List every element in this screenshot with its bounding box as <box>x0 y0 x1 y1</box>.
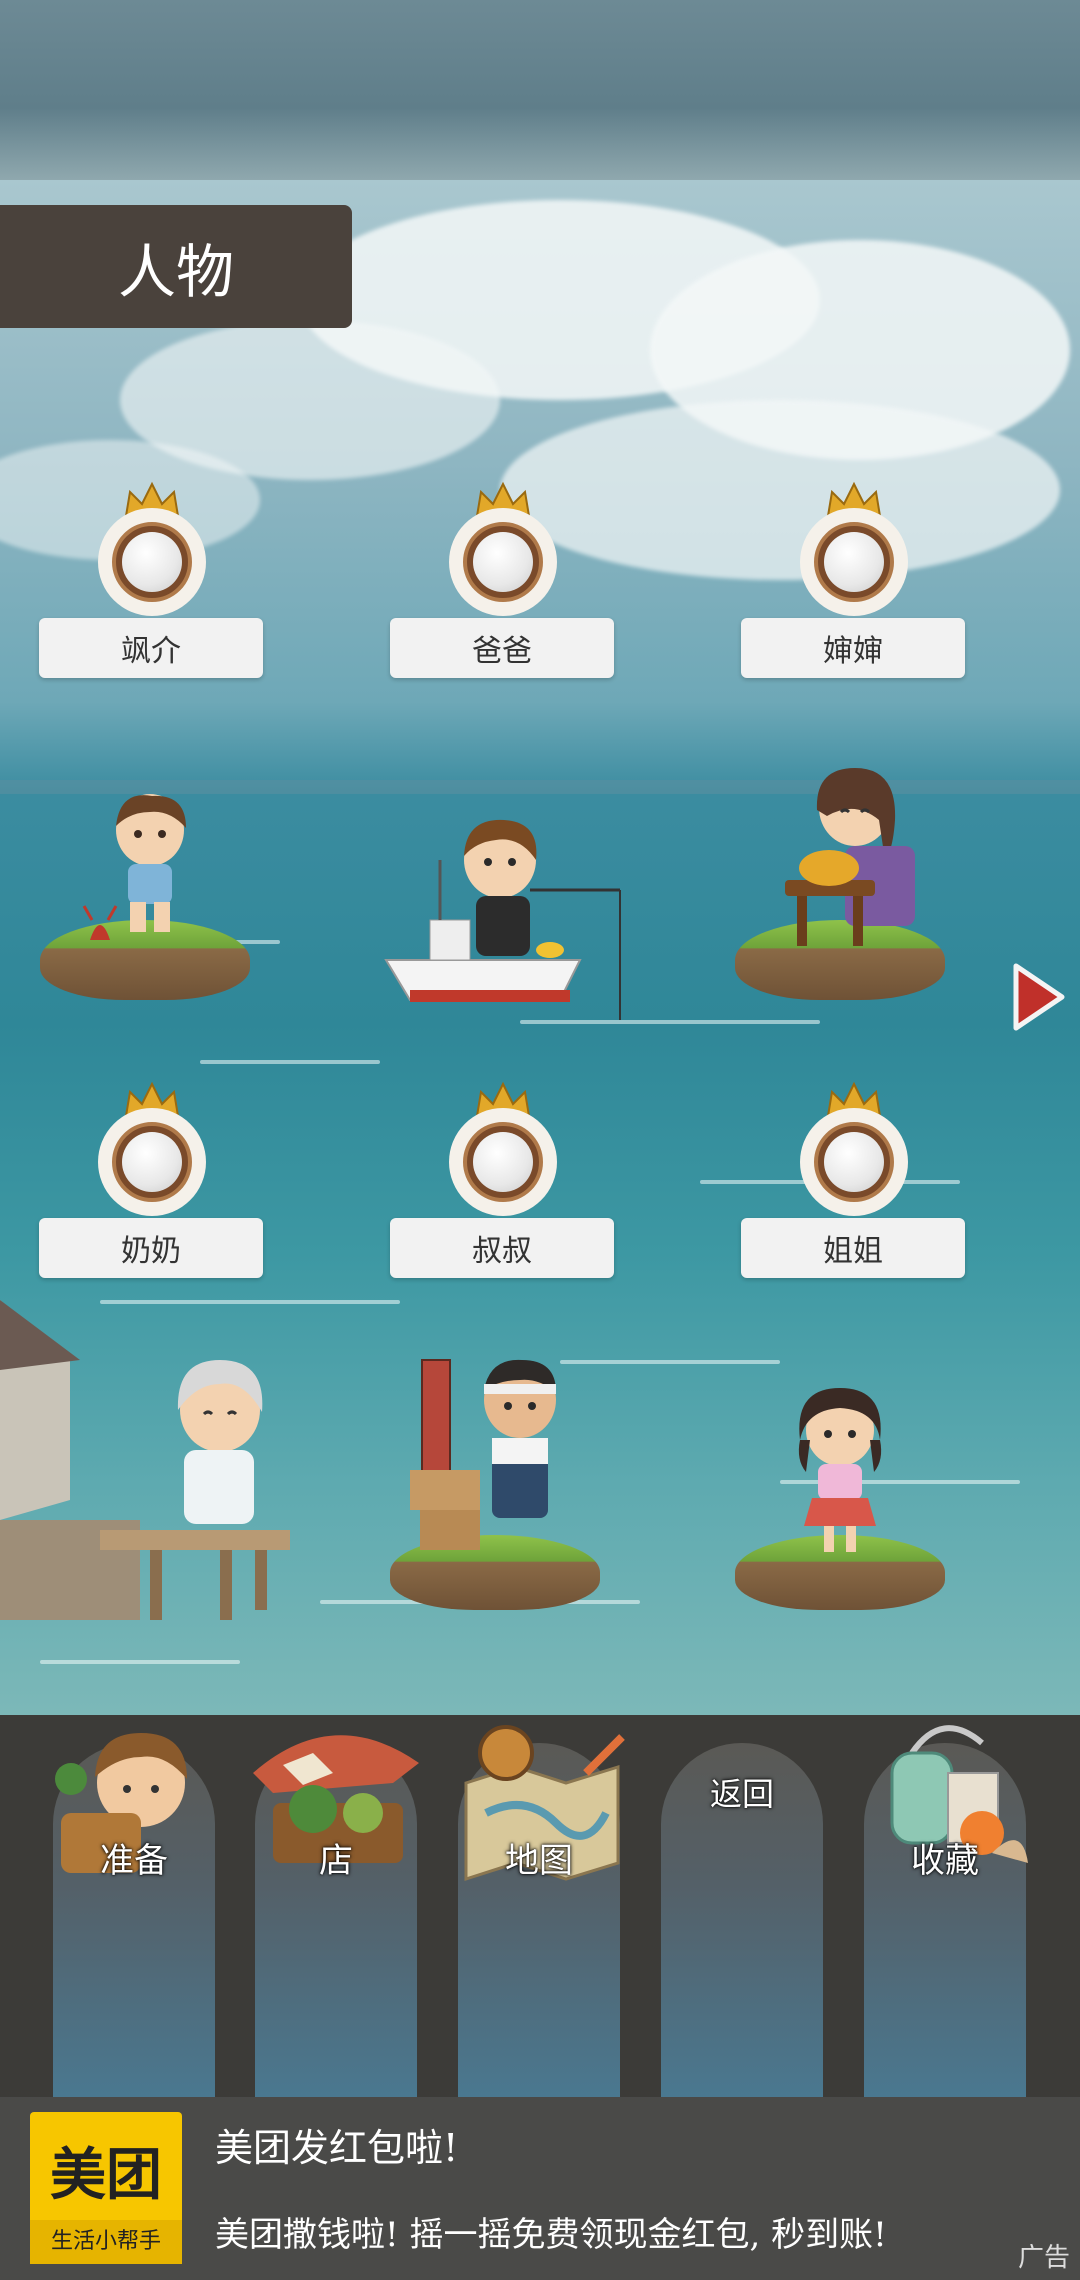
page-title: 人物 <box>117 237 234 306</box>
shop-button[interactable]: 店 <box>253 1735 419 2097</box>
character-name-plate: 叔叔 <box>390 1218 614 1278</box>
character-slot-sister[interactable]: 姐姐 <box>741 1080 965 1280</box>
collection-button[interactable]: 收藏 <box>864 1725 1028 2097</box>
ad-text: 美团撒钱啦! 摇一摇免费领现金红包, 秒到账! <box>215 2215 887 2255</box>
sister-on-island-figure[interactable] <box>735 1380 945 1610</box>
prepare-button[interactable]: 准备 <box>53 1733 215 2097</box>
character-slot-grandma[interactable]: 奶奶 <box>39 1080 263 1280</box>
medal-icon <box>443 480 563 620</box>
bottom-dock: 准备 店 地图 返回 收藏 <box>0 1715 1080 2097</box>
meituan-logo: 美团 生活小帮手 <box>30 2112 182 2264</box>
character-name: 爸爸 <box>472 634 532 669</box>
uncle-shopkeeper-figure[interactable] <box>390 1350 600 1610</box>
character-slot-dad[interactable]: 爸爸 <box>390 480 614 680</box>
medal-icon <box>794 480 914 620</box>
medal-icon <box>92 1080 212 1220</box>
character-name-plate: 飒介 <box>39 618 263 678</box>
character-name: 奶奶 <box>121 1234 181 1269</box>
ad-banner[interactable]: 美团 生活小帮手 美团发红包啦! 美团撒钱啦! 摇一摇免费领现金红包, 秒到账!… <box>0 2097 1080 2280</box>
ad-tag: 广告 <box>1017 2243 1070 2273</box>
shop-label: 店 <box>319 1841 353 1881</box>
ad-title: 美团发红包啦! <box>215 2126 459 2170</box>
page-title-tab: 人物 <box>0 205 352 328</box>
character-name-plate: 奶奶 <box>39 1218 263 1278</box>
map-label: 地图 <box>505 1841 573 1881</box>
character-name: 姐姐 <box>823 1234 883 1269</box>
prepare-label: 准备 <box>100 1841 168 1881</box>
character-slot-sousuke[interactable]: 飒介 <box>39 480 263 680</box>
medal-icon <box>443 1080 563 1220</box>
medal-icon <box>794 1080 914 1220</box>
character-name-plate: 姐姐 <box>741 1218 965 1278</box>
top-sky-band <box>0 0 1080 180</box>
aunt-cooking-figure[interactable] <box>735 760 955 1010</box>
dad-fishing-boat-figure[interactable] <box>380 800 630 1030</box>
collection-label: 收藏 <box>911 1841 979 1881</box>
map-button[interactable]: 地图 <box>458 1725 625 2097</box>
back-button[interactable]: 返回 <box>661 1743 823 2097</box>
character-name: 婶婶 <box>823 634 883 669</box>
character-name-plate: 爸爸 <box>390 618 614 678</box>
character-name-plate: 婶婶 <box>741 618 965 678</box>
character-slot-aunt[interactable]: 婶婶 <box>741 480 965 680</box>
character-name: 飒介 <box>121 634 181 669</box>
boy-on-island-figure[interactable] <box>40 790 250 1010</box>
medal-icon <box>92 480 212 620</box>
grandma-on-pier-figure[interactable] <box>0 1300 300 1630</box>
back-label: 返回 <box>709 1775 774 1813</box>
character-name: 叔叔 <box>472 1234 532 1269</box>
next-page-arrow-icon[interactable] <box>1012 962 1066 1032</box>
character-slot-uncle[interactable]: 叔叔 <box>390 1080 614 1280</box>
